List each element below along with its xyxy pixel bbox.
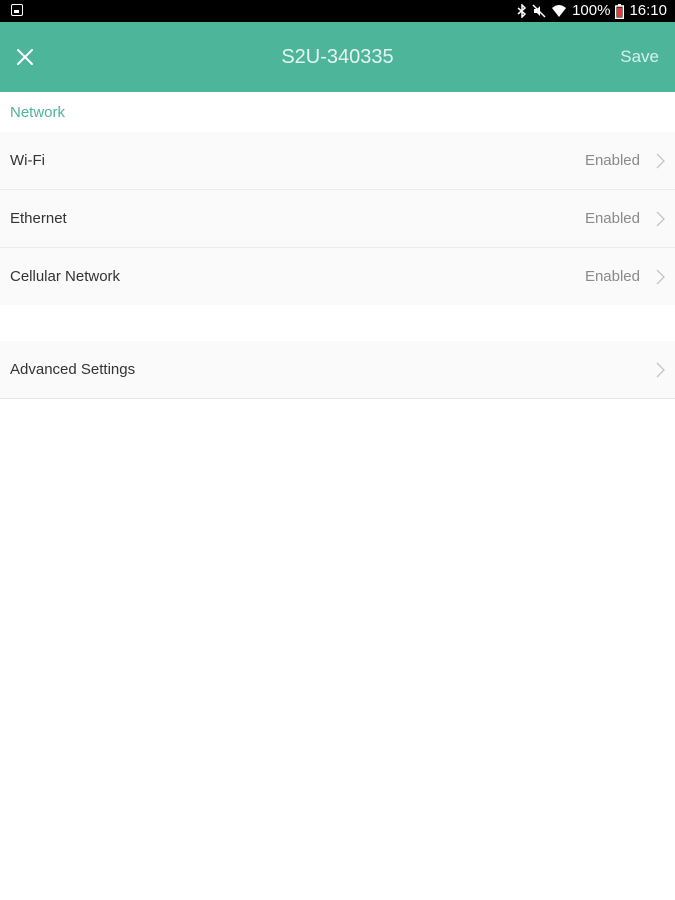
chevron-right-icon <box>656 211 665 227</box>
mute-icon <box>532 4 546 18</box>
network-list: Wi-Fi Enabled Ethernet Enabled Cellular … <box>0 132 675 305</box>
chevron-right-icon <box>656 362 665 378</box>
section-header-network: Network <box>0 92 675 132</box>
list-item-label: Wi-Fi <box>10 152 45 169</box>
section-title: Network <box>10 104 66 121</box>
clock: 16:10 <box>629 2 667 19</box>
screenshot-icon <box>11 4 23 16</box>
list-item-label: Cellular Network <box>10 268 121 285</box>
list-item-cellular-network[interactable]: Cellular Network Enabled <box>0 248 675 305</box>
chevron-right-icon <box>656 153 665 169</box>
close-button[interactable] <box>10 42 40 72</box>
list-item-wifi[interactable]: Wi-Fi Enabled <box>0 132 675 190</box>
list-item-value: Enabled <box>584 152 640 169</box>
chevron-right-icon <box>656 269 665 285</box>
save-button[interactable]: Save <box>620 22 659 92</box>
list-item-value: Enabled <box>584 210 640 227</box>
app-bar: S2U-340335 Save <box>0 22 675 92</box>
advanced-list: Advanced Settings <box>0 341 675 399</box>
status-bar: 100% 16:10 <box>0 0 675 22</box>
battery-icon <box>615 3 625 19</box>
list-item-value: Enabled <box>584 268 640 285</box>
battery-percent: 100% <box>572 2 611 19</box>
bluetooth-icon <box>517 4 527 18</box>
page-title: S2U-340335 <box>281 46 394 68</box>
list-item-label: Advanced Settings <box>10 361 136 378</box>
wifi-icon <box>552 5 567 17</box>
status-icons: 100% 16:10 <box>517 0 667 22</box>
list-item-advanced-settings[interactable]: Advanced Settings <box>0 341 675 399</box>
list-item-label: Ethernet <box>10 210 67 227</box>
close-icon <box>17 49 33 65</box>
list-item-ethernet[interactable]: Ethernet Enabled <box>0 190 675 248</box>
